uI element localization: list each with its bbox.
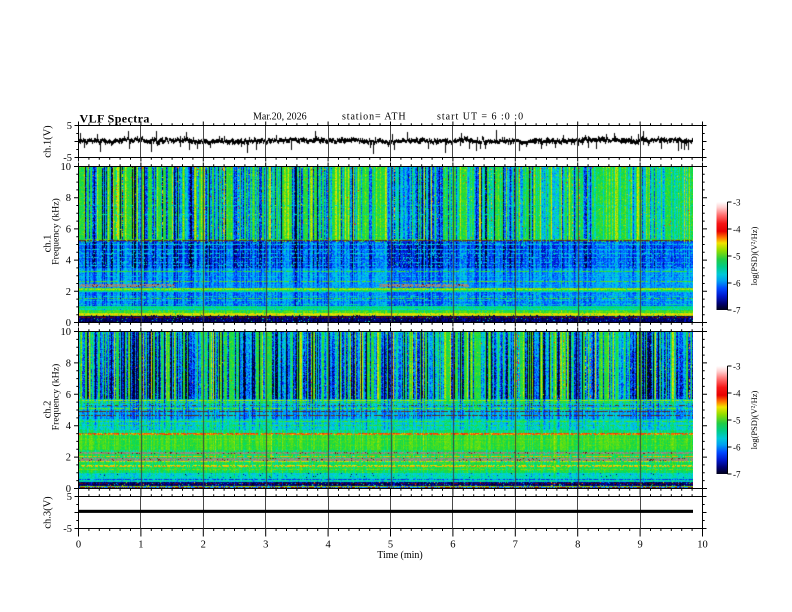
svg-text:10: 10 — [697, 540, 708, 551]
svg-text:3: 3 — [263, 540, 268, 551]
svg-text:ch.1(V): ch.1(V) — [43, 125, 54, 158]
svg-text:0: 0 — [66, 318, 71, 329]
svg-text:10: 10 — [61, 162, 72, 173]
svg-text:Frequency (kHz): Frequency (kHz) — [51, 364, 62, 431]
svg-text:6: 6 — [66, 224, 71, 235]
svg-text:-5: -5 — [733, 416, 741, 426]
svg-text:4: 4 — [66, 421, 72, 432]
svg-text:Mar.20, 2026: Mar.20, 2026 — [253, 112, 307, 123]
svg-text:log(PSD)(V²/Hz): log(PSD)(V²/Hz) — [749, 390, 759, 449]
svg-text:9: 9 — [637, 540, 642, 551]
svg-text:5: 5 — [67, 121, 72, 132]
svg-text:Frequency (kHz): Frequency (kHz) — [51, 198, 62, 265]
svg-text:4: 4 — [325, 540, 331, 551]
svg-text:0: 0 — [76, 540, 81, 551]
svg-text:station= ATH: station= ATH — [342, 112, 407, 123]
svg-text:2: 2 — [66, 287, 71, 298]
svg-text:start UT = 6 :0 :0: start UT = 6 :0 :0 — [437, 112, 524, 123]
svg-text:-7: -7 — [733, 470, 741, 480]
svg-text:-7: -7 — [733, 306, 741, 316]
svg-text:1: 1 — [138, 540, 143, 551]
svg-text:-5: -5 — [63, 524, 72, 535]
svg-text:4: 4 — [66, 256, 72, 267]
svg-text:-6: -6 — [733, 279, 741, 289]
svg-text:log(PSD)(V²/Hz): log(PSD)(V²/Hz) — [749, 226, 759, 285]
svg-text:5: 5 — [67, 492, 72, 503]
svg-text:2: 2 — [201, 540, 206, 551]
svg-text:6: 6 — [66, 390, 71, 401]
svg-text:-4: -4 — [733, 225, 741, 235]
svg-text:5: 5 — [388, 540, 393, 551]
svg-text:ch.3(V): ch.3(V) — [43, 496, 54, 529]
svg-text:-3: -3 — [733, 198, 741, 208]
svg-text:8: 8 — [575, 540, 580, 551]
svg-text:Time (min): Time (min) — [377, 550, 422, 561]
svg-text:-3: -3 — [733, 362, 741, 372]
svg-text:-6: -6 — [733, 443, 741, 453]
svg-text:7: 7 — [513, 540, 518, 551]
svg-text:6: 6 — [450, 540, 455, 551]
svg-text:8: 8 — [66, 358, 71, 369]
svg-text:-4: -4 — [733, 389, 741, 399]
svg-text:-5: -5 — [733, 252, 741, 262]
svg-text:2: 2 — [66, 453, 71, 464]
svg-text:8: 8 — [66, 193, 71, 204]
svg-text:VLF Spectra: VLF Spectra — [80, 112, 150, 126]
